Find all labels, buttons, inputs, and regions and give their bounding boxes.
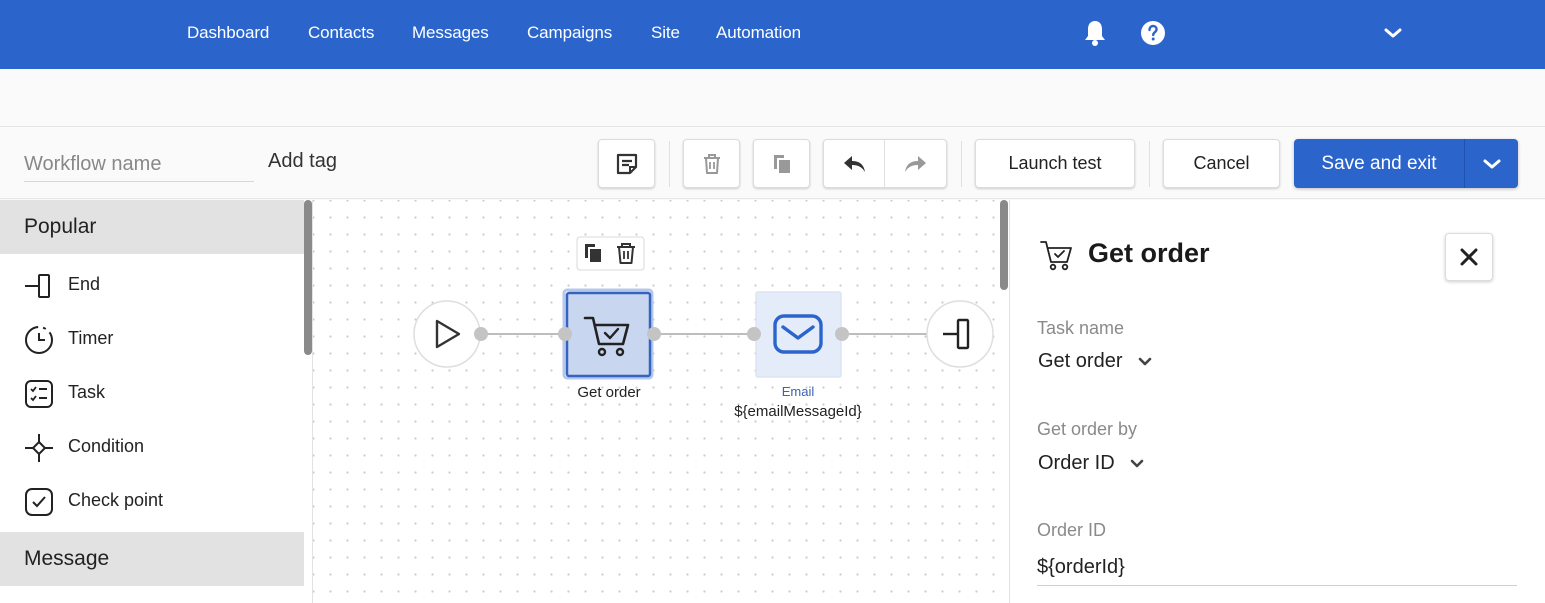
chevron-down-icon [1483, 159, 1501, 169]
save-and-exit-button[interactable]: Save and exit [1294, 139, 1464, 188]
connector-port[interactable] [835, 327, 849, 341]
chevron-down-icon [1138, 357, 1152, 366]
section-message[interactable]: Message [0, 532, 304, 586]
condition-icon [25, 434, 53, 462]
shopping-cart-icon [1040, 241, 1072, 271]
timer-icon [25, 326, 53, 354]
email-node-label: ${emailMessageId} [734, 403, 862, 420]
workflow-diagram [413, 236, 994, 380]
palette-item-condition[interactable]: Condition [0, 420, 304, 474]
toolbar-divider [961, 141, 962, 187]
launch-test-button[interactable]: Launch test [975, 139, 1135, 188]
palette-item-label: Timer [68, 328, 114, 348]
chevron-down-icon[interactable] [1379, 18, 1407, 48]
workflow-toolbar: Add tag Laun [0, 127, 1545, 199]
task-name-value: Get order [1038, 350, 1123, 372]
palette-item-end[interactable]: End [0, 258, 304, 312]
connector-port[interactable] [747, 327, 761, 341]
top-nav-bar: Dashboard Contacts Messages Campaigns Si… [0, 0, 1545, 69]
delete-button[interactable] [683, 139, 740, 188]
order-id-input[interactable] [1037, 550, 1517, 586]
duplicate-button[interactable] [753, 139, 810, 188]
nav-campaigns[interactable]: Campaigns [527, 23, 612, 43]
task-name-label: Task name [1037, 318, 1125, 338]
order-id-label: Order ID [1037, 520, 1107, 540]
get-order-by-select[interactable]: Order ID [1038, 452, 1146, 475]
task-properties-panel: Get order Task name Get order Get order … [1009, 200, 1545, 603]
undo-redo-group [823, 139, 947, 188]
palette-item-timer[interactable]: Timer [0, 312, 304, 366]
task-name-select[interactable]: Get order [1038, 350, 1154, 373]
get-order-by-value: Order ID [1038, 452, 1115, 474]
start-node[interactable] [413, 300, 481, 368]
undo-button[interactable] [824, 140, 886, 187]
end-icon [25, 274, 50, 298]
help-icon[interactable] [1139, 18, 1167, 48]
connector-port[interactable] [647, 327, 661, 341]
redo-icon [904, 155, 926, 172]
end-node[interactable] [926, 300, 994, 368]
get-order-node-label: Get order [577, 384, 641, 401]
palette-item-label: End [68, 274, 101, 294]
task-palette: Popular End Timer Task Condition Check p… [0, 200, 313, 603]
palette-item-label: Check point [68, 490, 164, 510]
cancel-button[interactable]: Cancel [1163, 139, 1280, 188]
close-icon [1460, 248, 1478, 266]
nav-dashboard[interactable]: Dashboard [187, 23, 269, 43]
workflow-name-input[interactable] [24, 148, 254, 182]
palette-item-check-point[interactable]: Check point [0, 474, 304, 528]
nav-automation[interactable]: Automation [716, 23, 801, 43]
workflow-canvas[interactable]: Get order Email ${emailMessageId} [313, 200, 1009, 603]
palette-scrollbar[interactable] [304, 200, 312, 355]
redo-button[interactable] [885, 140, 946, 187]
palette-item-task[interactable]: Task [0, 366, 304, 420]
connector-port[interactable] [558, 327, 572, 341]
panel-title: Get order [1088, 238, 1210, 268]
palette-item-label: Task [68, 382, 106, 402]
email-node-type: Email [781, 384, 815, 399]
nav-messages[interactable]: Messages [412, 23, 489, 43]
nav-contacts[interactable]: Contacts [308, 23, 374, 43]
toolbar-divider [669, 141, 670, 187]
toolbar-divider [1149, 141, 1150, 187]
connector-port[interactable] [474, 327, 488, 341]
email-node[interactable] [755, 291, 842, 378]
add-tag-button[interactable]: Add tag [268, 150, 337, 173]
nav-site[interactable]: Site [651, 23, 680, 43]
save-options-button[interactable] [1464, 139, 1518, 188]
bell-icon[interactable] [1081, 18, 1109, 48]
node-action-toolbar [576, 236, 645, 271]
notes-button[interactable] [598, 139, 655, 188]
close-panel-button[interactable] [1445, 233, 1493, 281]
section-popular[interactable]: Popular [0, 200, 304, 254]
note-icon [616, 153, 637, 174]
check-point-icon [25, 488, 53, 516]
sub-header [0, 69, 1545, 127]
trash-icon [703, 153, 720, 174]
copy-icon [773, 154, 790, 173]
save-and-exit-group: Save and exit [1294, 139, 1518, 188]
palette-item-label: Condition [68, 436, 145, 456]
task-icon [25, 380, 53, 408]
get-order-node[interactable] [562, 288, 654, 380]
canvas-scrollbar[interactable] [1000, 200, 1008, 290]
get-order-by-label: Get order by [1037, 419, 1138, 439]
undo-icon [844, 155, 865, 172]
chevron-down-icon [1130, 459, 1144, 468]
